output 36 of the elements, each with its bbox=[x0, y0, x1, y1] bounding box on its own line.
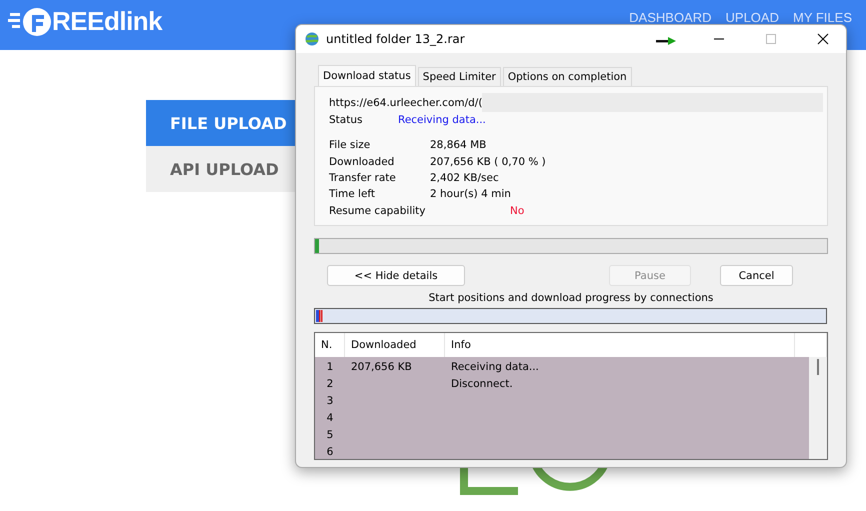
detail-label: Downloaded bbox=[329, 156, 396, 168]
globe-icon bbox=[304, 31, 320, 47]
arrow-icon bbox=[656, 37, 676, 45]
status-value: Receiving data... bbox=[398, 114, 486, 126]
detail-value: No bbox=[510, 204, 524, 217]
window-title: untitled folder 13_2.rar bbox=[326, 32, 466, 46]
table-cell: 2 bbox=[326, 378, 334, 390]
status-label: Status bbox=[329, 114, 364, 126]
logo-icon bbox=[8, 6, 52, 36]
table-cell: 1 bbox=[326, 360, 334, 372]
detail-label: Transfer rate bbox=[329, 172, 397, 184]
table-cell: 207,656 KB bbox=[351, 360, 412, 372]
dialog-tab[interactable]: Options on completion bbox=[502, 67, 632, 86]
table-cell: 4 bbox=[326, 412, 334, 424]
table-cell: 6 bbox=[326, 446, 334, 458]
dialog-button[interactable]: Cancel bbox=[720, 265, 793, 286]
detail-label: Time left bbox=[329, 188, 376, 200]
dialog-tab[interactable]: Download status bbox=[318, 65, 416, 86]
table-cell: 5 bbox=[326, 428, 334, 440]
scrollbar[interactable] bbox=[809, 357, 827, 459]
detail-value: 2,402 KB/sec bbox=[430, 172, 499, 184]
dialog-tab[interactable]: Speed Limiter bbox=[418, 67, 501, 86]
detail-label: Resume capability bbox=[329, 204, 426, 217]
dialog-button[interactable]: << Hide details bbox=[327, 265, 465, 286]
detail-value: 28,864 MB bbox=[430, 139, 486, 152]
connections-caption: Start positions and download progress by connections bbox=[428, 292, 714, 305]
table-cell: Disconnect. bbox=[451, 378, 513, 390]
detail-value: 207,656 KB ( 0,70 % ) bbox=[430, 156, 546, 168]
table-cell: 3 bbox=[326, 394, 334, 406]
url-text: https://e64.urleecher.com/d/( bbox=[329, 96, 482, 108]
maximize-icon bbox=[765, 33, 777, 45]
logo-text: REEdlink bbox=[52, 6, 162, 37]
table-cell: Receiving data... bbox=[451, 360, 539, 372]
detail-value: 2 hour(s) 4 min bbox=[430, 188, 511, 200]
detail-label: File size bbox=[329, 139, 372, 152]
close-icon bbox=[817, 33, 829, 45]
